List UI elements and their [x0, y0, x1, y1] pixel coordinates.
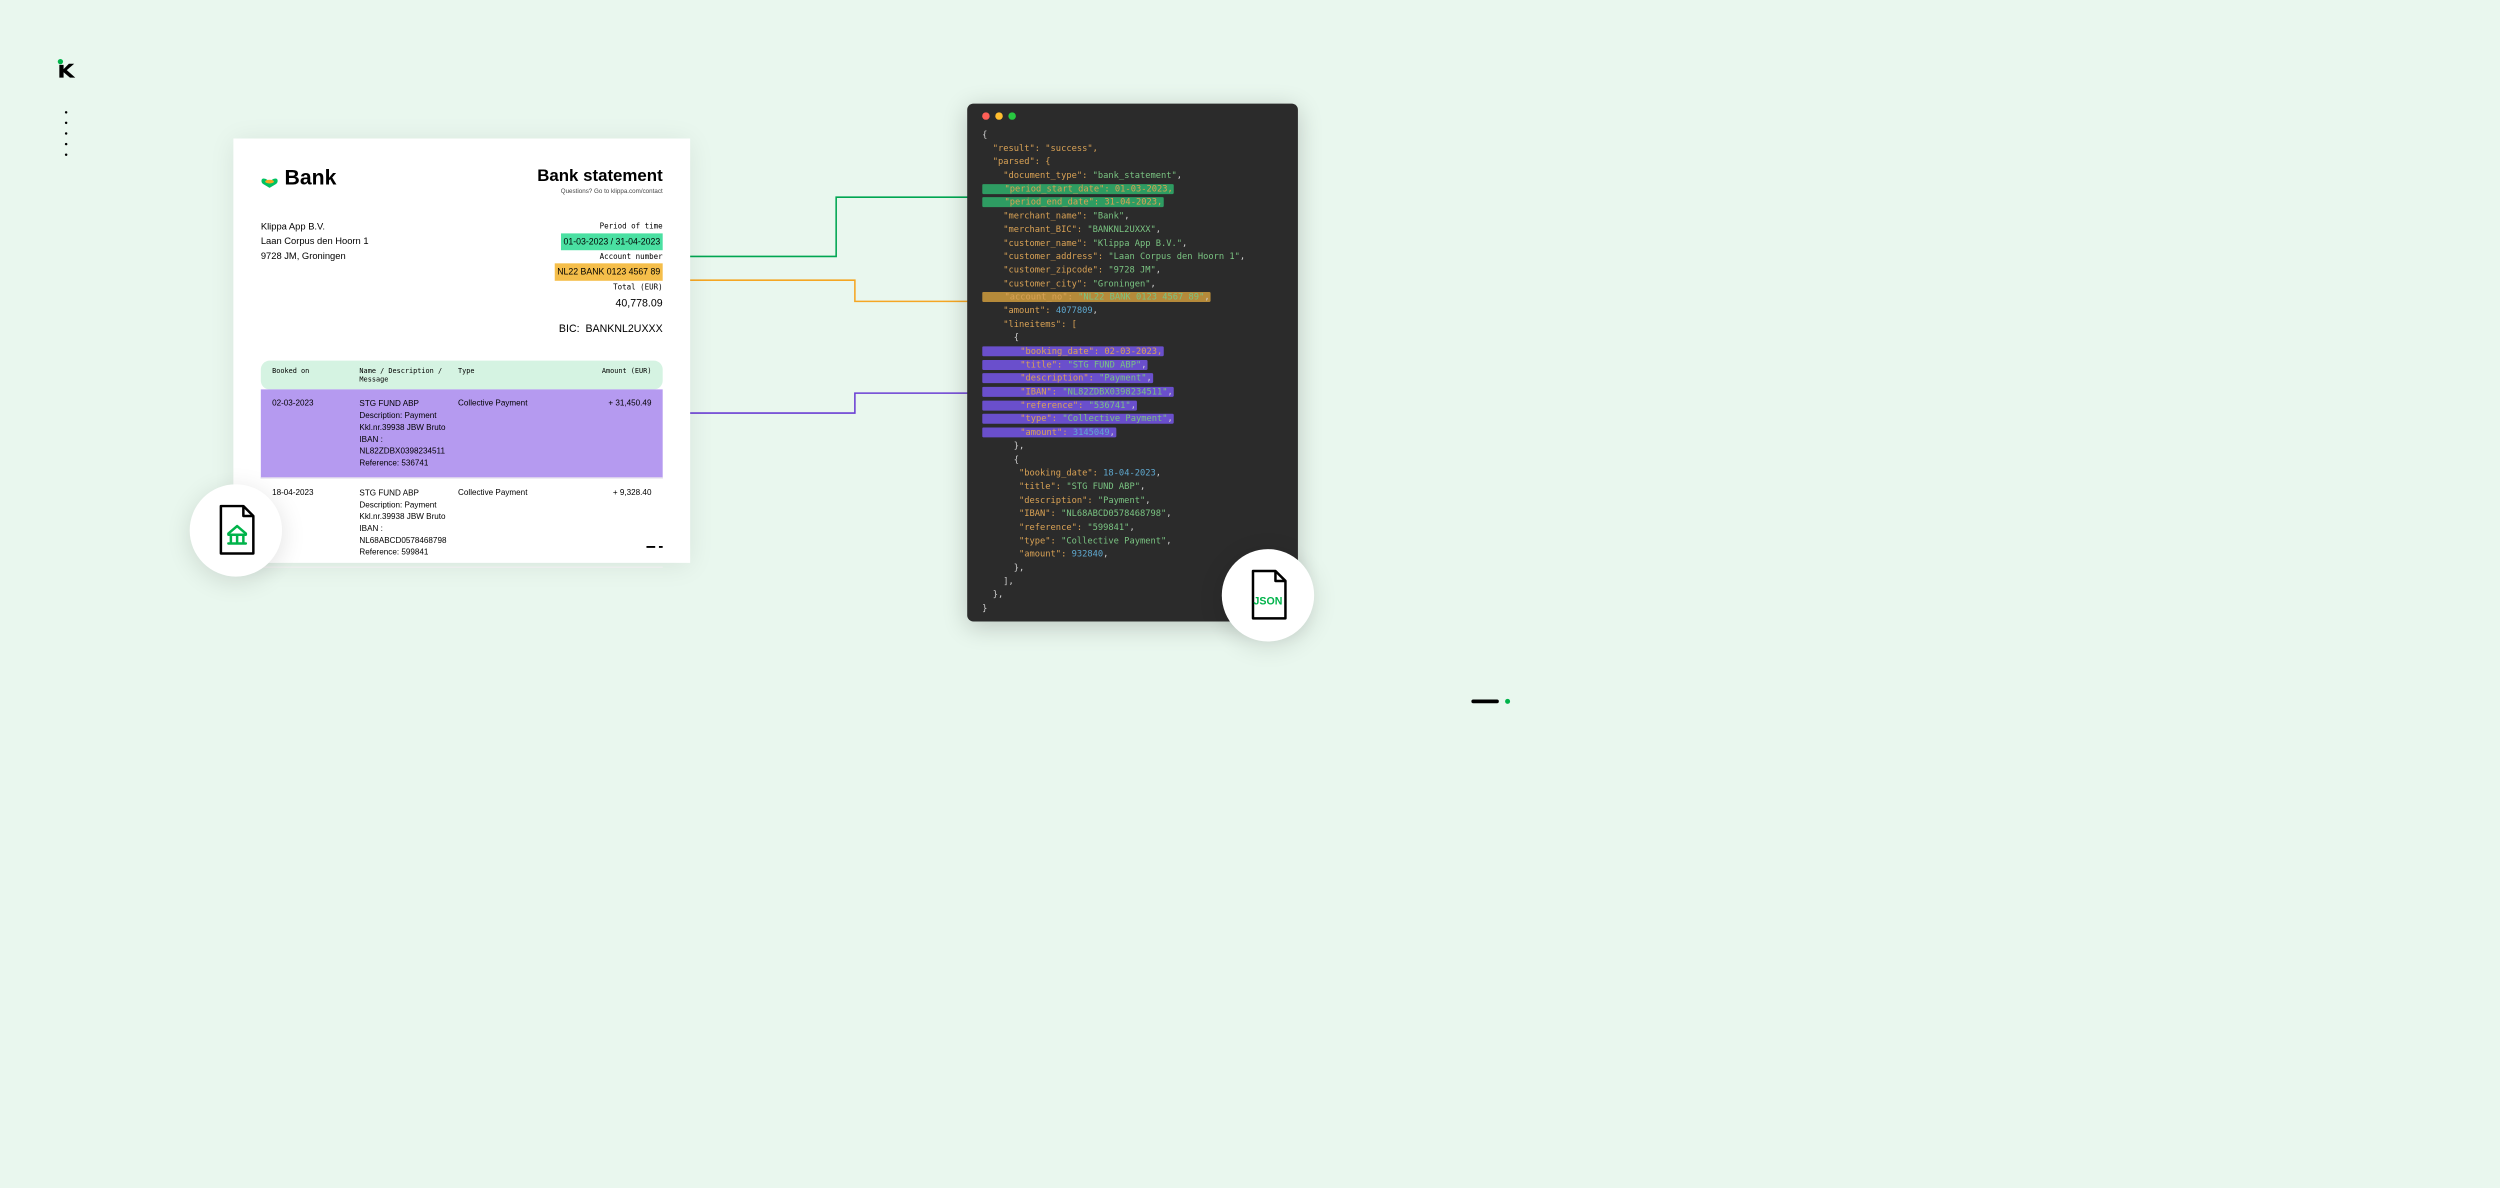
document-subtitle: Questions? Go to klippa.com/contact [537, 188, 662, 195]
bic-value: BANKNL2UXXX [585, 322, 662, 334]
customer-address: Laan Corpus den Hoorn 1 [261, 234, 369, 249]
table-row: 18-04-2023 STG FUND ABP Description: Pay… [261, 479, 663, 568]
period-label: Period of time [555, 220, 663, 233]
bic-label: BIC: [559, 322, 580, 334]
row-title: STG FUND ABP [359, 488, 458, 500]
decorative-dots [65, 111, 67, 156]
bank-statement-document: Bank Bank statement Questions? Go to kli… [233, 139, 690, 563]
row-iban: IBAN : NL68ABCD0578468798 [359, 523, 458, 547]
table-row: 02-03-2023 STG FUND ABP Description: Pay… [261, 390, 663, 479]
bank-name: Bank [285, 166, 337, 190]
decorative-dash [1471, 699, 1510, 704]
json-output-panel: { "result": "success", "parsed": { "docu… [967, 104, 1298, 622]
page-indicator [646, 546, 662, 548]
customer-address-block: Klippa App B.V. Laan Corpus den Hoorn 1 … [261, 220, 369, 339]
period-value: 01-03-2023 / 31-04-2023 [561, 233, 663, 250]
document-badge [190, 484, 282, 576]
bank-logo: Bank [261, 166, 337, 190]
json-code: { "result": "success", "parsed": { "docu… [982, 129, 1283, 616]
col-booked-on: Booked on [272, 367, 359, 383]
row-amount: + 9,328.40 [577, 488, 652, 559]
customer-name: Klippa App B.V. [261, 220, 369, 235]
close-icon [982, 112, 989, 119]
row-desc: Description: Payment [359, 410, 458, 422]
total-label: Total (EUR) [555, 281, 663, 294]
row-type: Collective Payment [458, 488, 577, 559]
table-header: Booked on Name / Description / Message T… [261, 361, 663, 390]
col-type: Type [458, 367, 577, 383]
customer-city: 9728 JM, Groningen [261, 249, 369, 264]
row-date: 18-04-2023 [272, 488, 359, 559]
row-ref2: Reference: 599841 [359, 546, 458, 558]
brand-logo-icon [56, 57, 77, 84]
account-label: Account number [555, 250, 663, 263]
row-type: Collective Payment [458, 398, 577, 469]
row-title: STG FUND ABP [359, 398, 458, 410]
row-ref1: Kkl.nr.39938 JBW Bruto [359, 422, 458, 434]
minimize-icon [995, 112, 1002, 119]
row-ref1: Kkl.nr.39938 JBW Bruto [359, 511, 458, 523]
total-value: 40,778.09 [555, 294, 663, 313]
statement-meta: Period of time 01-03-2023 / 31-04-2023 A… [555, 220, 663, 339]
document-title: Bank statement [537, 166, 662, 185]
row-amount: + 31,450.49 [577, 398, 652, 469]
col-description: Name / Description / Message [359, 367, 458, 383]
json-badge: JSON [1222, 549, 1314, 641]
maximize-icon [1008, 112, 1015, 119]
row-iban: IBAN : NL82ZDBX0398234511 [359, 434, 458, 458]
bank-document-icon [213, 504, 258, 558]
diagram-canvas: Bank Bank statement Questions? Go to kli… [0, 0, 1560, 741]
transaction-table: Booked on Name / Description / Message T… [261, 361, 663, 568]
account-value: NL22 BANK 0123 4567 89 [555, 264, 663, 281]
svg-text:JSON: JSON [1254, 596, 1283, 608]
row-desc: Description: Payment [359, 499, 458, 511]
col-amount: Amount (EUR) [577, 367, 652, 383]
row-date: 02-03-2023 [272, 398, 359, 469]
heart-icon [261, 171, 278, 185]
json-file-icon: JSON [1246, 568, 1291, 622]
row-ref2: Reference: 536741 [359, 457, 458, 469]
window-controls [982, 104, 1283, 129]
